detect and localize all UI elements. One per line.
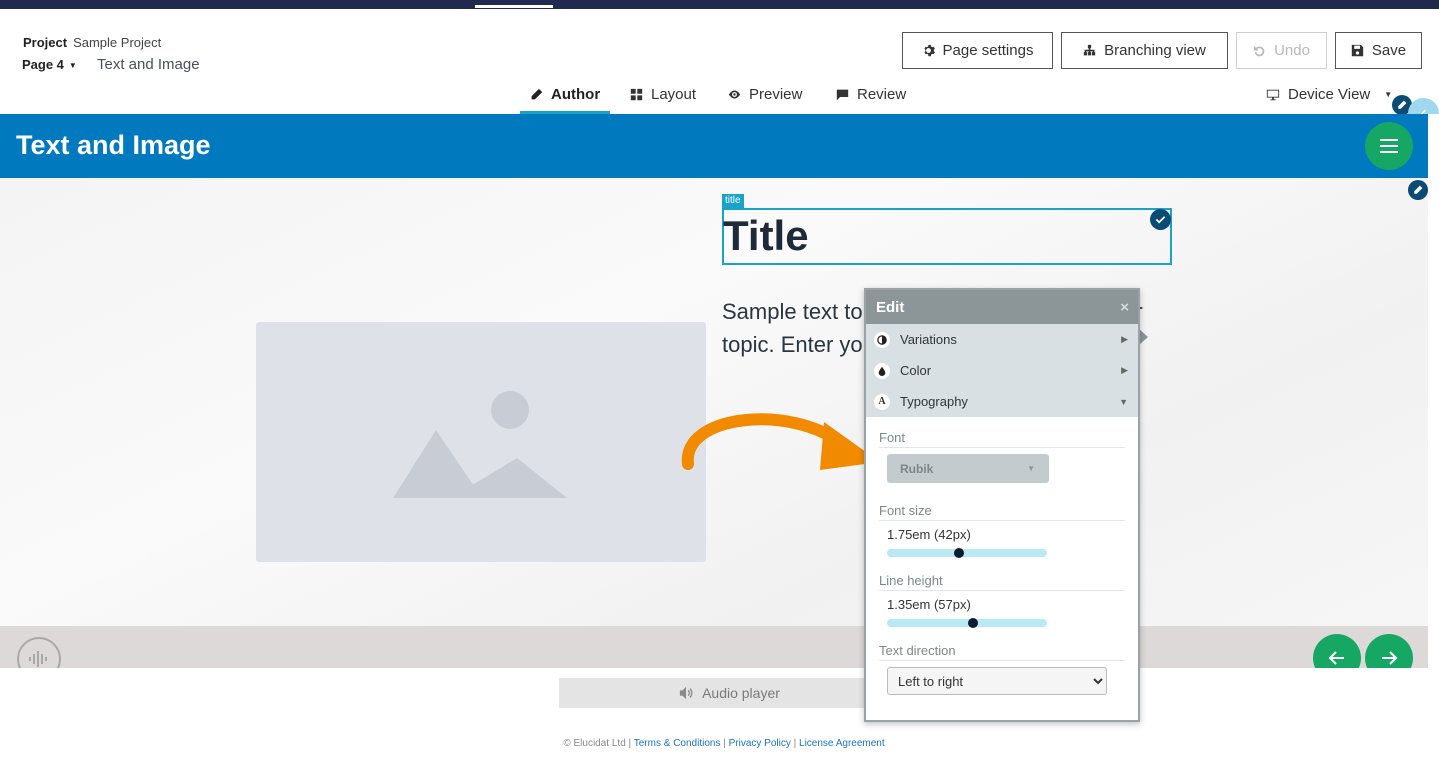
page-settings-label: Page settings <box>942 42 1034 59</box>
device-view-dropdown[interactable]: Device View ▼ <box>1266 86 1392 103</box>
edit-panel: Edit × Variations ▶ Color ▶ A Typography… <box>864 288 1140 722</box>
droplet-icon <box>874 362 890 379</box>
undo-button[interactable]: Undo <box>1236 32 1327 69</box>
font-size-slider-handle[interactable] <box>954 548 964 558</box>
audio-player[interactable]: Audio player <box>559 678 899 708</box>
arrow-right-icon <box>1382 651 1398 665</box>
image-placeholder[interactable] <box>256 322 706 562</box>
top-strip <box>0 0 1439 9</box>
confirm-edit-button[interactable] <box>1150 209 1171 230</box>
arrow-left-icon <box>1328 651 1344 665</box>
gear-icon <box>923 44 935 57</box>
font-label: Font <box>879 430 1125 448</box>
banner-title[interactable]: Text and Image <box>16 130 211 161</box>
page-settings-button[interactable]: Page settings <box>902 32 1053 69</box>
section-color[interactable]: Color ▶ <box>866 355 1138 386</box>
font-select-value: Rubik <box>900 461 934 476</box>
sitemap-icon <box>1083 44 1096 56</box>
terms-link[interactable]: Terms & Conditions <box>634 738 721 749</box>
title-text[interactable]: Title <box>723 212 809 260</box>
line-height-value: 1.35em (57px) <box>887 597 971 612</box>
tab-preview[interactable]: Preview <box>728 86 802 114</box>
save-label: Save <box>1371 42 1407 59</box>
close-icon[interactable]: × <box>1120 299 1129 316</box>
text-direction-label: Text direction <box>879 643 1125 661</box>
speaker-icon <box>679 686 693 700</box>
chevron-down-icon: ▼ <box>68 61 77 71</box>
font-size-value: 1.75em (42px) <box>887 527 971 542</box>
audio-player-label: Audio player <box>702 685 780 701</box>
undo-label: Undo <box>1274 42 1310 59</box>
eye-icon <box>728 90 741 99</box>
pencil-icon <box>531 88 543 100</box>
pencil-icon <box>1414 185 1423 194</box>
font-select[interactable]: Rubik ▼ <box>887 454 1049 483</box>
page-selector[interactable]: Page 4 ▼ <box>22 57 77 72</box>
chevron-right-icon: ▶ <box>1121 365 1128 375</box>
tab-review[interactable]: Review <box>836 86 906 114</box>
device-view-label: Device View <box>1288 86 1371 103</box>
project-label: Project <box>23 35 68 50</box>
text-direction-select[interactable]: Left to right <box>887 667 1107 695</box>
check-icon <box>1155 216 1166 224</box>
grid-icon <box>630 88 643 101</box>
section-color-label: Color <box>900 363 932 378</box>
section-typography[interactable]: A Typography ▼ <box>866 386 1138 417</box>
comment-icon <box>836 89 849 101</box>
page-footer-bar <box>0 626 1428 682</box>
menu-button[interactable] <box>1365 122 1413 170</box>
title-element-tag: title <box>722 194 744 208</box>
tab-layout-label: Layout <box>651 86 697 103</box>
edit-stage-pencil-button[interactable] <box>1408 180 1428 200</box>
chevron-down-icon: ▼ <box>1119 396 1128 407</box>
line-height-slider-handle[interactable] <box>968 618 979 628</box>
audio-wave-icon <box>29 651 47 667</box>
section-variations[interactable]: Variations ▶ <box>866 324 1138 355</box>
copyright-footer: © Elucidat Ltd | Terms & Conditions | Pr… <box>563 738 885 749</box>
pencil-icon <box>1398 100 1407 109</box>
page-banner: Text and Image <box>0 114 1428 178</box>
project-info: Project Sample Project <box>23 35 161 50</box>
copyright-text: © Elucidat Ltd <box>563 738 626 749</box>
font-size-slider[interactable] <box>887 548 1047 558</box>
tab-author[interactable]: Author <box>520 86 611 114</box>
privacy-link[interactable]: Privacy Policy <box>729 738 791 749</box>
page-stage: Text and Image <box>0 114 1428 682</box>
line-height-label: Line height <box>879 573 1125 591</box>
save-button[interactable]: Save <box>1335 32 1422 69</box>
section-variations-label: Variations <box>900 332 957 347</box>
tab-author-label: Author <box>551 86 601 103</box>
page-name: Text and Image <box>97 56 200 73</box>
page-label: Page 4 <box>22 57 64 72</box>
floppy-icon <box>1351 44 1364 57</box>
font-size-label: Font size <box>879 503 1125 521</box>
edit-panel-title: Edit <box>876 298 905 316</box>
chevron-down-icon: ▼ <box>1027 464 1035 473</box>
top-strip-highlight <box>475 5 553 8</box>
section-typography-label: Typography <box>900 394 968 409</box>
chevron-down-icon: ▼ <box>1384 90 1393 99</box>
monitor-icon <box>1266 89 1280 100</box>
tab-preview-label: Preview <box>749 86 803 103</box>
project-name[interactable]: Sample Project <box>73 35 161 50</box>
branching-view-button[interactable]: Branching view <box>1061 32 1228 69</box>
hamburger-icon <box>1380 139 1398 153</box>
line-height-slider[interactable] <box>887 618 1047 628</box>
tab-layout[interactable]: Layout <box>630 86 696 114</box>
branching-view-label: Branching view <box>1104 42 1206 59</box>
tab-review-label: Review <box>857 86 907 103</box>
license-link[interactable]: License Agreement <box>799 738 885 749</box>
edit-panel-header: Edit × <box>866 290 1138 324</box>
undo-icon <box>1253 45 1265 57</box>
orange-callout-arrow <box>681 413 880 470</box>
stage-right-edge <box>1428 114 1439 668</box>
chevron-right-icon: ▶ <box>1121 334 1128 344</box>
contrast-icon <box>874 331 890 348</box>
image-placeholder-icon <box>393 391 567 498</box>
typography-icon: A <box>874 393 890 410</box>
